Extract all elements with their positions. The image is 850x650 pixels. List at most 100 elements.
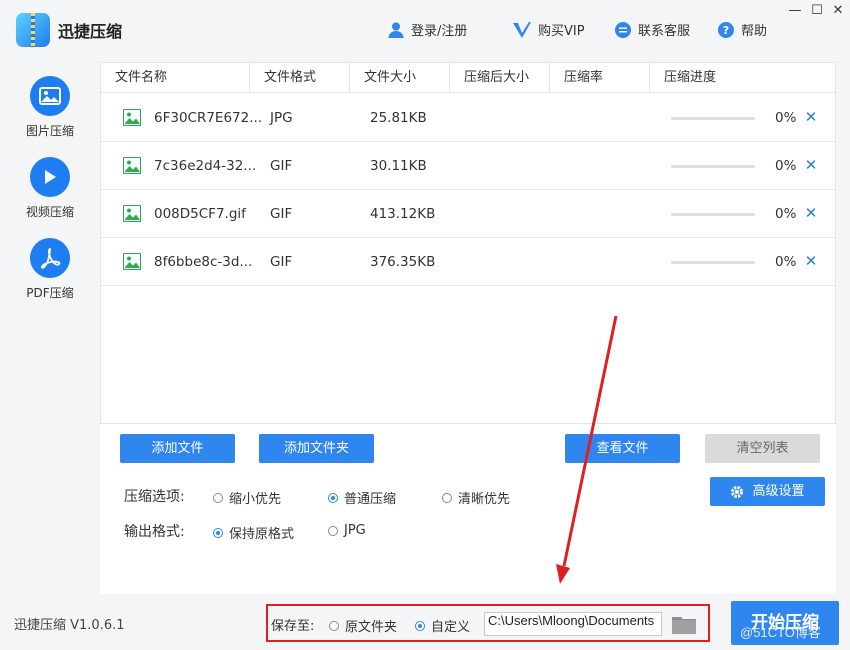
- folder-icon[interactable]: [672, 615, 696, 634]
- title-bar: 迅捷压缩 登录/注册 购买VIP 联系客服 ? 帮助 — ☐ ✕: [0, 0, 850, 62]
- minimize-button[interactable]: —: [786, 2, 804, 20]
- view-files-button[interactable]: 查看文件: [565, 434, 680, 463]
- progress-bar: [671, 117, 755, 120]
- column-header-ratio: 压缩率: [550, 63, 650, 93]
- radio-dot: [328, 525, 338, 536]
- radio-dot-selected: [328, 492, 338, 503]
- radio-label: 清晰优先: [458, 492, 511, 507]
- user-icon: [387, 21, 405, 39]
- radio-keep-format[interactable]: 保持原格式: [213, 523, 294, 542]
- file-name: 8f6bbe8c-3d...: [154, 254, 253, 270]
- image-file-icon: [123, 205, 141, 222]
- progress-bar: [671, 261, 755, 264]
- image-file-icon: [123, 109, 141, 126]
- version-label: 迅捷压缩 V1.0.6.1: [14, 618, 125, 633]
- radio-label: 普通压缩: [344, 492, 397, 507]
- image-file-icon: [123, 253, 141, 270]
- remove-file-icon[interactable]: ✕: [803, 203, 819, 223]
- column-header-progress: 压缩进度: [664, 70, 717, 85]
- radio-custom-folder[interactable]: 自定义: [415, 616, 470, 635]
- sidebar-item-pdf[interactable]: PDF压缩: [8, 238, 92, 301]
- sidebar-item-label: PDF压缩: [26, 286, 74, 300]
- image-icon: [30, 76, 70, 116]
- radio-jpg[interactable]: JPG: [328, 523, 366, 538]
- file-size: 413.12KB: [370, 206, 436, 222]
- app-logo-icon: [16, 13, 50, 47]
- advanced-settings-button[interactable]: 高级设置: [710, 477, 825, 506]
- file-format: GIF: [270, 158, 293, 174]
- sidebar-item-label: 图片压缩: [25, 124, 74, 138]
- maximize-button[interactable]: ☐: [808, 2, 826, 20]
- image-file-icon: [123, 157, 141, 174]
- column-header-compressed-size: 压缩后大小: [450, 63, 550, 93]
- add-file-button[interactable]: 添加文件: [120, 434, 235, 463]
- table-row[interactable]: 7c36e2d4-32... GIF 30.11KB 0% ✕: [101, 142, 835, 190]
- progress-bar: [671, 213, 755, 216]
- progress-text: 0%: [775, 110, 797, 126]
- progress-text: 0%: [775, 206, 797, 222]
- radio-label: 缩小优先: [229, 492, 282, 507]
- compress-options-label: 压缩选项:: [124, 489, 185, 505]
- close-window-button[interactable]: ✕: [829, 2, 847, 20]
- column-header-name: 文件名称: [101, 63, 250, 93]
- help-icon: ?: [717, 21, 735, 39]
- save-to-label: 保存至:: [271, 619, 315, 634]
- radio-label: 自定义: [431, 620, 471, 635]
- sidebar-item-label: 视频压缩: [25, 205, 74, 219]
- radio-label: 原文件夹: [345, 620, 398, 635]
- radio-original-folder[interactable]: 原文件夹: [329, 616, 397, 635]
- radio-dot: [329, 620, 339, 631]
- login-label: 登录/注册: [411, 24, 468, 39]
- file-size: 30.11KB: [370, 158, 427, 174]
- radio-label: JPG: [344, 523, 366, 538]
- pdf-icon: [30, 238, 70, 278]
- progress-text: 0%: [775, 158, 797, 174]
- advanced-settings-label: 高级设置: [752, 484, 805, 499]
- file-name: 6F30CR7E672...: [154, 110, 263, 126]
- chat-icon: [614, 21, 632, 39]
- remove-file-icon[interactable]: ✕: [803, 107, 819, 127]
- options-panel: 添加文件 添加文件夹 查看文件 清空列表 高级设置 压缩选项: 缩小优先 普通压…: [100, 424, 836, 594]
- sidebar-item-video[interactable]: 视频压缩: [8, 157, 92, 220]
- buy-vip-label: 购买VIP: [538, 24, 585, 39]
- file-name: 008D5CF7.gif: [154, 206, 246, 222]
- column-header-size: 文件大小: [350, 63, 450, 93]
- radio-dot: [213, 492, 223, 503]
- radio-label: 保持原格式: [229, 527, 295, 542]
- output-format-label: 输出格式:: [124, 524, 185, 540]
- table-row[interactable]: 8f6bbe8c-3d... GIF 376.35KB 0% ✕: [101, 238, 835, 286]
- radio-normal[interactable]: 普通压缩: [328, 488, 396, 507]
- table-row[interactable]: 6F30CR7E672... JPG 25.81KB 0% ✕: [101, 94, 835, 142]
- remove-file-icon[interactable]: ✕: [803, 155, 819, 175]
- progress-bar: [671, 165, 755, 168]
- radio-dot-selected: [213, 527, 223, 538]
- radio-clarity-first[interactable]: 清晰优先: [442, 488, 510, 507]
- service-link[interactable]: 联系客服: [614, 20, 690, 39]
- vip-icon: [512, 21, 532, 39]
- sidebar-item-image[interactable]: 图片压缩: [8, 76, 92, 139]
- radio-dot-selected: [415, 620, 425, 631]
- progress-text: 0%: [775, 254, 797, 270]
- help-link[interactable]: ? 帮助: [717, 20, 767, 39]
- column-header-format: 文件格式: [250, 63, 350, 93]
- file-size: 25.81KB: [370, 110, 427, 126]
- app-title: 迅捷压缩: [58, 22, 123, 41]
- radio-dot: [442, 492, 452, 503]
- service-label: 联系客服: [638, 24, 691, 39]
- add-folder-button[interactable]: 添加文件夹: [259, 434, 374, 463]
- buy-vip-link[interactable]: 购买VIP: [512, 20, 585, 39]
- remove-file-icon[interactable]: ✕: [803, 251, 819, 271]
- clear-list-button[interactable]: 清空列表: [705, 434, 820, 463]
- svg-text:?: ?: [723, 24, 729, 37]
- table-row[interactable]: 008D5CF7.gif GIF 413.12KB 0% ✕: [101, 190, 835, 238]
- file-list-panel: 文件名称 文件格式 文件大小 压缩后大小 压缩率 压缩进度 6F30CR7E67…: [100, 62, 836, 424]
- save-location-box: 保存至: 原文件夹 自定义 C:\Users\Mloong\Documents: [266, 604, 710, 642]
- file-name: 7c36e2d4-32...: [154, 158, 257, 174]
- login-link[interactable]: 登录/注册: [387, 20, 467, 39]
- file-size: 376.35KB: [370, 254, 436, 270]
- table-header: 文件名称 文件格式 文件大小 压缩后大小 压缩率 压缩进度: [101, 63, 835, 93]
- save-path-input[interactable]: C:\Users\Mloong\Documents: [484, 612, 662, 636]
- radio-size-first[interactable]: 缩小优先: [213, 488, 281, 507]
- gear-icon: [730, 485, 744, 499]
- play-icon: [30, 157, 70, 197]
